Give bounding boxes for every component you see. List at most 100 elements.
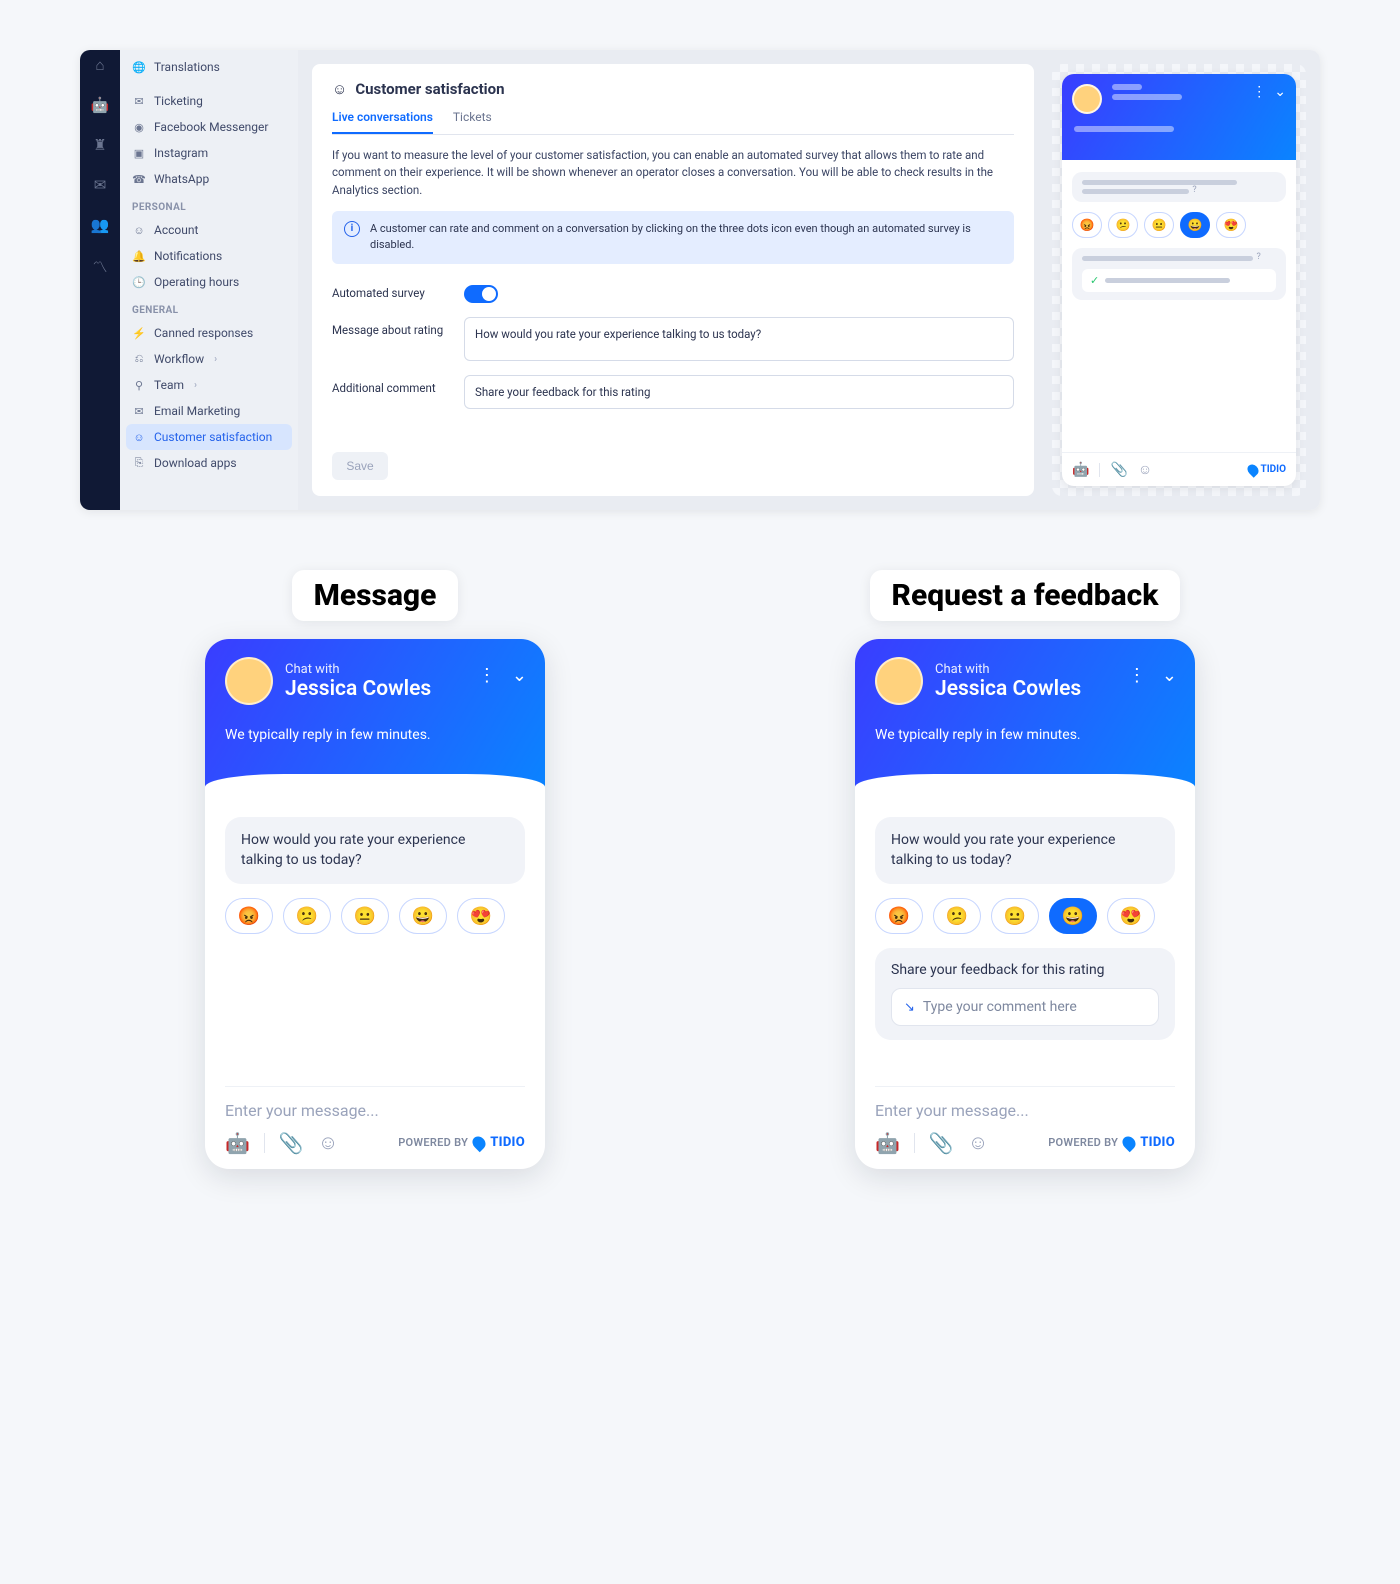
sidebar-item-messenger[interactable]: ◉ Facebook Messenger: [120, 114, 298, 140]
sidebar-item-label: Customer satisfaction: [154, 430, 272, 444]
more-icon[interactable]: ⋮: [1128, 665, 1146, 686]
save-button[interactable]: Save: [332, 452, 388, 480]
sidebar-item-team[interactable]: ⚲ Team ›: [120, 372, 298, 398]
mail-icon: ✉: [132, 95, 146, 108]
sidebar-item-notifications[interactable]: 🔔 Notifications: [120, 243, 298, 269]
tab-bar: Live conversations Tickets: [332, 110, 1014, 135]
tidio-drop-icon: [1120, 1133, 1138, 1151]
sidebar-item-translations[interactable]: 🌐 Translations: [120, 54, 298, 80]
emoji-neutral[interactable]: 😐: [1144, 212, 1174, 238]
chevron-down-icon[interactable]: ⌄: [1162, 665, 1177, 686]
sidebar-item-canned[interactable]: ⚡ Canned responses: [120, 320, 298, 346]
chat-with-label: Chat with: [285, 662, 431, 677]
attachment-icon[interactable]: 📎: [929, 1131, 954, 1155]
inbox-icon[interactable]: ✉: [94, 176, 107, 194]
emoji-happy[interactable]: 😀: [1049, 898, 1097, 934]
sidebar-item-download[interactable]: ⎘ Download apps: [120, 450, 298, 476]
emoji-angry[interactable]: 😡: [875, 898, 923, 934]
avatar: [1072, 84, 1102, 114]
auto-survey-toggle[interactable]: [464, 285, 498, 303]
info-icon: i: [344, 221, 360, 237]
tab-live[interactable]: Live conversations: [332, 110, 433, 134]
emoji-sad[interactable]: 😕: [933, 898, 981, 934]
emoji-happy[interactable]: 😀: [1180, 212, 1210, 238]
emoji-sad[interactable]: 😕: [1108, 212, 1138, 238]
divider: [914, 1133, 915, 1153]
page-title: Customer satisfaction: [355, 80, 504, 98]
emoji-angry[interactable]: 😡: [1072, 212, 1102, 238]
sidebar-item-account[interactable]: ☺ Account: [120, 217, 298, 243]
bot-icon[interactable]: 🤖: [1072, 462, 1089, 478]
more-icon[interactable]: ⋮: [478, 665, 496, 686]
arrow-icon: ↘: [904, 1000, 915, 1015]
sidebar-item-label: Team: [154, 378, 184, 392]
emoji-sad[interactable]: 😕: [283, 898, 331, 934]
feedback-input[interactable]: ↘ Type your comment here: [891, 988, 1159, 1026]
widgets-row: Message Chat with Jessica Cowles ⋮ ⌄ We …: [80, 570, 1320, 1169]
panel-description: If you want to measure the level of your…: [332, 147, 1014, 199]
smile-icon: ☺: [332, 80, 347, 98]
preview-footer: 🤖 📎 ☺ TIDIO: [1062, 452, 1296, 486]
additional-comment-input[interactable]: Share your feedback for this rating: [464, 375, 1014, 410]
sidebar-item-label: Canned responses: [154, 326, 253, 340]
whatsapp-icon: ☎: [132, 173, 146, 186]
chat-widget-feedback: Chat with Jessica Cowles ⋮ ⌄ We typicall…: [855, 639, 1195, 1169]
widget-header: Chat with Jessica Cowles ⋮ ⌄ We typicall…: [205, 639, 545, 799]
sidebar-item-label: Notifications: [154, 249, 222, 263]
analytics-icon[interactable]: 〽: [92, 256, 107, 277]
org-icon[interactable]: ♜: [93, 136, 106, 154]
smile-icon: ☺: [132, 431, 146, 444]
clock-icon: 🕒: [132, 276, 146, 289]
chevron-down-icon[interactable]: ⌄: [1274, 84, 1286, 100]
emoji-love[interactable]: 😍: [1107, 898, 1155, 934]
preview-emoji-row: 😡 😕 😐 😀 😍: [1072, 212, 1286, 238]
bell-icon: 🔔: [132, 250, 146, 263]
col-feedback: Request a feedback Chat with Jessica Cow…: [855, 570, 1195, 1169]
sidebar-item-ticketing[interactable]: ✉ Ticketing: [120, 88, 298, 114]
emoji-row: 😡 😕 😐 😀 😍: [225, 898, 525, 934]
tab-tickets[interactable]: Tickets: [453, 110, 492, 134]
operator-name: Jessica Cowles: [285, 677, 431, 701]
attachment-icon[interactable]: 📎: [1110, 462, 1127, 478]
bot-icon[interactable]: 🤖: [225, 1131, 250, 1155]
chat-with-label: Chat with: [935, 662, 1081, 677]
emoji-angry[interactable]: 😡: [225, 898, 273, 934]
msg-rating-input[interactable]: How would you rate your experience talki…: [464, 317, 1014, 361]
bot-icon[interactable]: 🤖: [91, 96, 110, 114]
divider: [264, 1133, 265, 1153]
emoji-icon[interactable]: ☺: [968, 1130, 988, 1155]
sidebar-item-email-marketing[interactable]: ✉ Email Marketing: [120, 398, 298, 424]
sidebar-item-label: Workflow: [154, 352, 204, 366]
settings-main: ☺ Customer satisfaction Live conversatio…: [298, 50, 1320, 510]
sidebar-item-hours[interactable]: 🕒 Operating hours: [120, 269, 298, 295]
chevron-down-icon[interactable]: ⌄: [512, 665, 527, 686]
emoji-love[interactable]: 😍: [1216, 212, 1246, 238]
more-icon[interactable]: ⋮: [1252, 84, 1266, 100]
sidebar-item-workflow[interactable]: ⎌ Workflow ›: [120, 346, 298, 372]
emoji-neutral[interactable]: 😐: [991, 898, 1039, 934]
mail-icon: ✉: [132, 405, 146, 418]
emoji-love[interactable]: 😍: [457, 898, 505, 934]
emoji-happy[interactable]: 😀: [399, 898, 447, 934]
emoji-icon[interactable]: ☺: [318, 1130, 338, 1155]
sidebar-item-instagram[interactable]: ▣ Instagram: [120, 140, 298, 166]
sidebar-item-whatsapp[interactable]: ☎ WhatsApp: [120, 166, 298, 192]
emoji-neutral[interactable]: 😐: [341, 898, 389, 934]
sidebar-item-csat[interactable]: ☺ Customer satisfaction: [126, 424, 292, 450]
check-icon: ✓: [1090, 274, 1099, 287]
people-icon[interactable]: 👥: [91, 216, 110, 234]
message-input[interactable]: Enter your message...: [225, 1086, 525, 1120]
emoji-icon[interactable]: ☺: [1138, 461, 1152, 478]
tidio-brand: TIDIO: [1248, 464, 1286, 476]
attachment-icon[interactable]: 📎: [279, 1131, 304, 1155]
feedback-placeholder: Type your comment here: [923, 999, 1077, 1015]
feedback-title: Share your feedback for this rating: [891, 962, 1159, 978]
sidebar-section-personal: PERSONAL: [120, 192, 298, 217]
message-input[interactable]: Enter your message...: [875, 1086, 1175, 1120]
messenger-icon: ◉: [132, 121, 146, 134]
bot-icon[interactable]: 🤖: [875, 1131, 900, 1155]
preview-header: ⋮ ⌄: [1062, 74, 1296, 160]
settings-sidebar: 🌐 Translations ✉ Ticketing ◉ Facebook Me…: [120, 50, 298, 510]
rate-question: How would you rate your experience talki…: [225, 817, 525, 884]
home-icon[interactable]: ⌂: [95, 56, 104, 74]
